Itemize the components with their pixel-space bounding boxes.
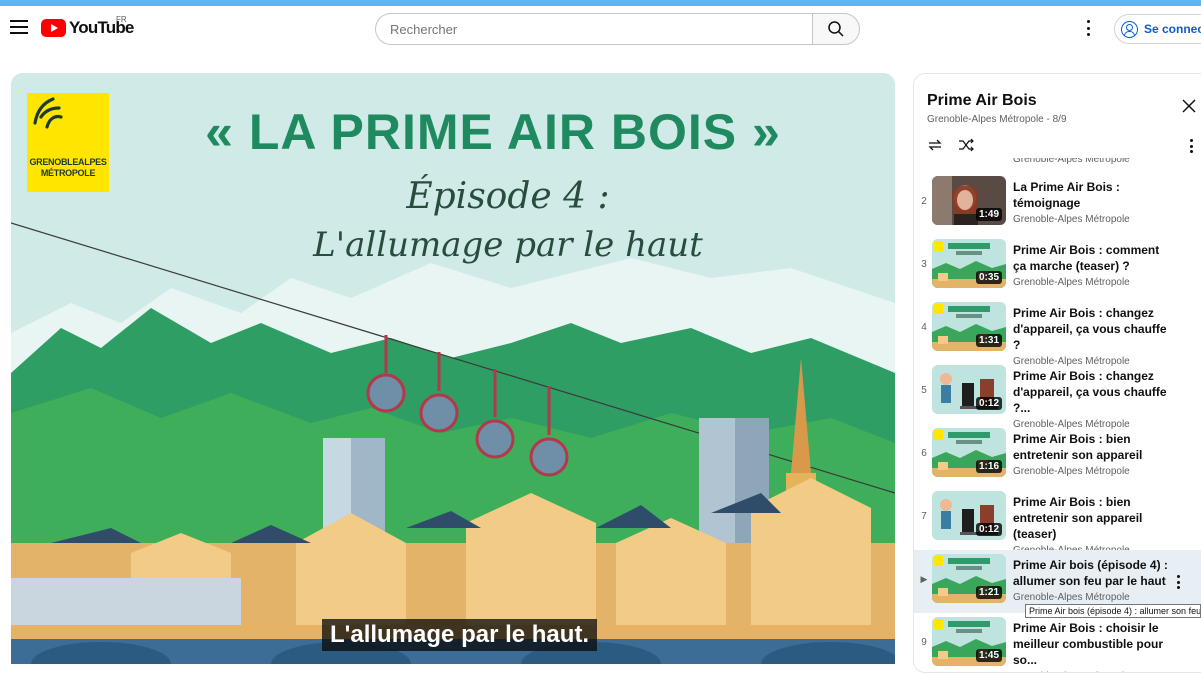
playlist-item[interactable]: 2 1:49 La Prime Air Bois : témoignage Greno… — [914, 172, 1201, 235]
video-frame-illustration — [11, 73, 895, 664]
playlist-item[interactable]: 4 1:31 Prime Air Bois : changez d'appareil… — [914, 298, 1201, 367]
playlist-item-text: Prime Air Bois : bien entretenir son app… — [1013, 494, 1173, 556]
playlist-item-thumbnail[interactable]: 1:49 — [932, 176, 1006, 225]
playlist-item-channel: Grenoble-Alpes Métropole — [1013, 466, 1130, 477]
video-duration-badge: 1:49 — [975, 208, 1002, 221]
playlist-item-index: 9 — [921, 637, 927, 648]
playlist-item[interactable]: 3 0:35 Prime Air Bois : comment ça marche … — [914, 235, 1201, 298]
playlist-item-text: Prime Air Bois : bien entretenir son app… — [1013, 431, 1173, 477]
playlist-title[interactable]: Prime Air Bois — [927, 92, 1037, 110]
playlist-item-title[interactable]: Prime Air Bois : changez d'appareil, ça … — [1013, 368, 1173, 416]
search-input[interactable]: Rechercher — [375, 13, 812, 45]
playlist-item-title[interactable]: Prime Air Bois : comment ça marche (teas… — [1013, 242, 1173, 274]
video-duration-badge: 1:16 — [975, 460, 1002, 473]
search-button[interactable] — [812, 13, 860, 45]
playlist-item-channel: Grenoble-Alpes Métropole — [1013, 592, 1130, 603]
playlist-item-thumbnail[interactable]: 0:35 — [932, 239, 1006, 288]
playlist-panel: Prime Air Bois Grenoble-Alpes Métropole … — [913, 73, 1201, 673]
playlist-item-title[interactable]: Prime Air Bois : choisir le meilleur com… — [1013, 620, 1173, 668]
playlist-item-channel: Grenoble-Alpes Métropole — [1013, 214, 1130, 225]
playlist-item-thumbnail[interactable]: 0:12 — [932, 491, 1006, 540]
video-duration-badge: 0:12 — [975, 397, 1002, 410]
close-icon[interactable] — [1181, 98, 1197, 114]
playlist-kebab-icon[interactable] — [1190, 139, 1194, 153]
video-duration-badge: 1:31 — [975, 334, 1002, 347]
playlist-item-thumbnail[interactable]: 1:45 — [932, 617, 1006, 666]
playlist-item-thumbnail[interactable]: 1:31 — [932, 302, 1006, 351]
playlist-item-title[interactable]: La Prime Air Bois : témoignage — [1013, 179, 1173, 211]
now-playing-icon: ▶ — [920, 574, 928, 584]
playlist-item[interactable]: 7 0:12 Prime Air Bois : bien entretenir so… — [914, 487, 1201, 556]
shuffle-icon[interactable] — [957, 137, 975, 153]
playlist-item-index: 6 — [921, 448, 927, 459]
video-title-episode: Épisode 4 : — [406, 176, 610, 217]
playlist-item-index: 2 — [921, 196, 927, 207]
youtube-play-icon — [41, 19, 66, 37]
playlist-item-channel: Grenoble-Alpes Métropole — [1013, 277, 1130, 288]
playlist-item-text: Prime Air Bois : choisir le meilleur com… — [1013, 620, 1173, 672]
item-kebab-icon[interactable] — [1177, 575, 1181, 589]
playlist-item[interactable]: 5 0:12 Prime Air Bois : changez d'appareil… — [914, 361, 1201, 430]
video-duration-badge: 1:21 — [975, 586, 1002, 599]
video-player[interactable]: GRENOBLEALPES MÉTROPOLE « LA PRIME AIR B… — [11, 73, 895, 664]
playlist-item-title[interactable]: Prime Air Bois : bien entretenir son app… — [1013, 494, 1173, 542]
playlist-item-text: Prime Air bois (épisode 4) : allumer son… — [1013, 557, 1173, 603]
hamburger-icon[interactable] — [10, 20, 28, 34]
playlist-items: 2 1:49 La Prime Air Bois : témoignage Greno… — [914, 172, 1201, 672]
country-code: FR — [116, 15, 127, 24]
signin-button[interactable]: Se connecter — [1114, 14, 1201, 44]
video-duration-badge: 1:45 — [975, 649, 1002, 662]
playlist-item-thumbnail[interactable]: 1:16 — [932, 428, 1006, 477]
playlist-item[interactable]: 9 1:45 Prime Air Bois : choisir le meilleu… — [914, 613, 1201, 672]
playlist-item-text: Prime Air Bois : comment ça marche (teas… — [1013, 242, 1173, 288]
playlist-item-text: Prime Air Bois : changez d'appareil, ça … — [1013, 368, 1173, 430]
playlist-item-index: 5 — [921, 385, 927, 396]
video-caption: L'allumage par le haut. — [322, 619, 598, 651]
search-placeholder: Rechercher — [390, 21, 458, 37]
playlist-item-index: 7 — [921, 511, 927, 522]
playlist-item-thumbnail[interactable]: 0:12 — [932, 365, 1006, 414]
playlist-item-title[interactable]: Prime Air Bois : changez d'appareil, ça … — [1013, 305, 1173, 353]
video-duration-badge: 0:35 — [975, 271, 1002, 284]
playlist-item-text: Prime Air Bois : changez d'appareil, ça … — [1013, 305, 1173, 367]
playlist-item[interactable]: 6 1:16 Prime Air Bois : bien entretenir so… — [914, 424, 1201, 487]
search-icon — [828, 21, 844, 37]
masthead: YouTube FR Rechercher Se connecter — [0, 6, 1201, 54]
playlist-item-title[interactable]: Prime Air Bois : bien entretenir son app… — [1013, 431, 1173, 463]
video-title-main: « LA PRIME AIR BOIS » — [205, 104, 781, 160]
account-icon — [1121, 20, 1138, 38]
video-duration-badge: 0:12 — [975, 523, 1002, 536]
video-title-sub: L'allumage par le haut — [313, 225, 703, 265]
settings-kebab-icon[interactable] — [1087, 20, 1091, 36]
loop-icon[interactable] — [926, 137, 944, 153]
title-tooltip: Prime Air bois (épisode 4) : allumer son… — [1025, 604, 1201, 618]
playlist-item-index: 3 — [921, 259, 927, 270]
playlist-item-thumbnail[interactable]: 1:21 — [932, 554, 1006, 603]
playlist-meta: Grenoble-Alpes Métropole - 8/9 — [927, 114, 1067, 125]
playlist-header: Prime Air Bois Grenoble-Alpes Métropole … — [914, 74, 1201, 158]
playlist-item-index: 4 — [921, 322, 927, 333]
signin-label: Se connecter — [1144, 22, 1201, 36]
playlist-item-title[interactable]: Prime Air bois (épisode 4) : allumer son… — [1013, 557, 1173, 589]
playlist-item-text: La Prime Air Bois : témoignage Grenoble-A… — [1013, 179, 1173, 225]
